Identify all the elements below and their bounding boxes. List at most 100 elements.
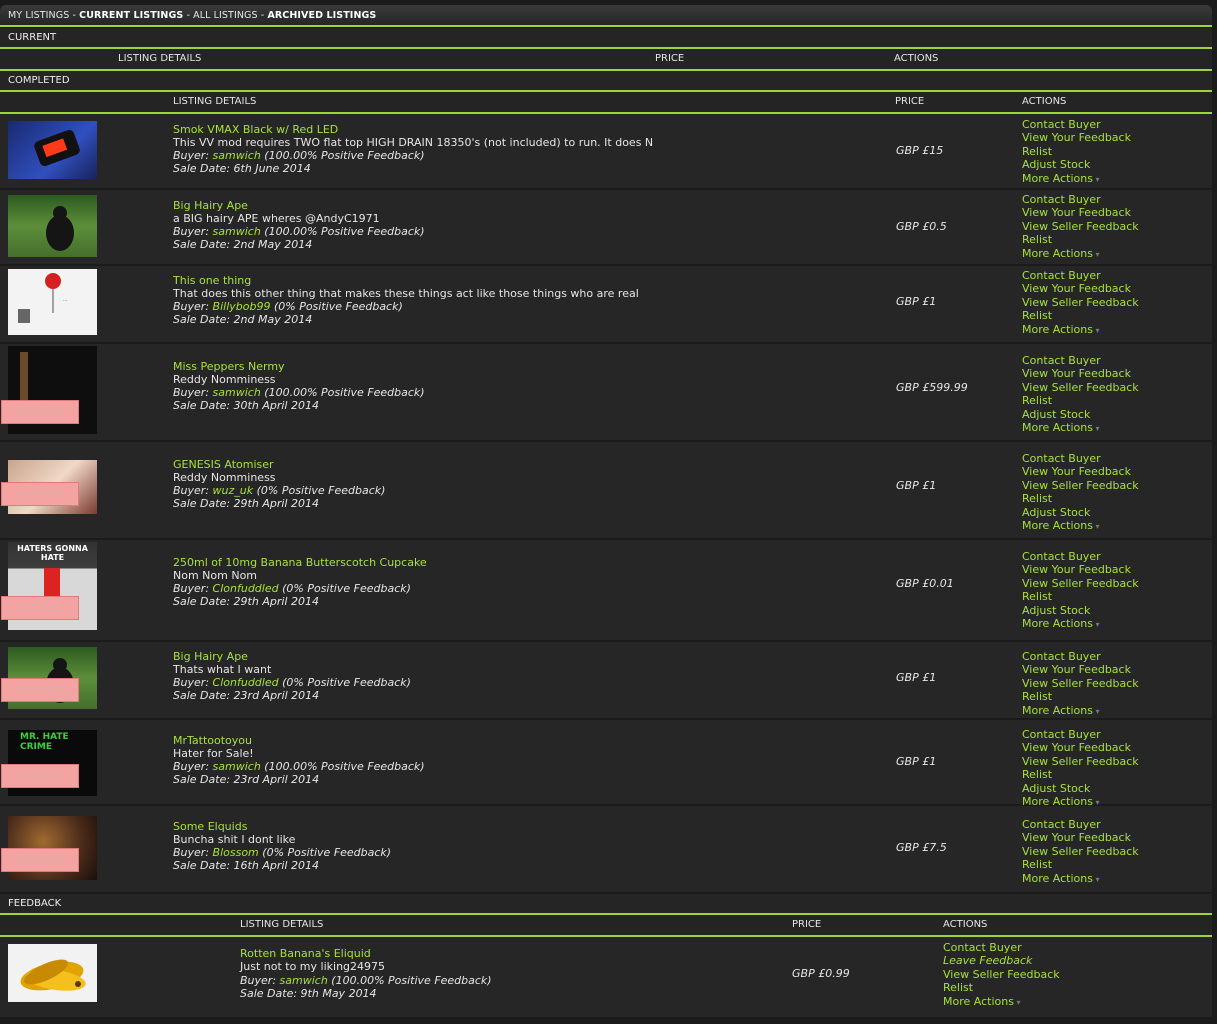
action-view-your-feedback[interactable]: View Your Feedback: [1022, 131, 1131, 144]
stock-level-badge: Stocklevel: [1, 400, 79, 424]
listing-description: Reddy Nomminess: [173, 471, 276, 484]
action-contact-buyer[interactable]: Contact Buyer: [1022, 193, 1139, 206]
action-view-seller-feedback[interactable]: View Seller Feedback: [1022, 479, 1139, 492]
action-view-your-feedback[interactable]: View Your Feedback: [1022, 741, 1139, 754]
listing-title-link[interactable]: Smok VMAX Black w/ Red LED: [173, 123, 338, 136]
breadcrumb-archived-listings[interactable]: ARCHIVED LISTINGS: [267, 10, 376, 21]
action-more-actions[interactable]: More Actions: [1022, 519, 1139, 533]
breadcrumb-all-listings[interactable]: ALL LISTINGS: [193, 10, 258, 21]
sale-date-label: Sale Date:: [173, 399, 231, 412]
action-more-actions[interactable]: More Actions: [1022, 872, 1139, 886]
action-adjust-stock[interactable]: Adjust Stock: [1022, 408, 1139, 421]
sale-date-value: 2nd May 2014: [233, 313, 313, 326]
col-price: PRICE: [655, 53, 685, 64]
buyer-name-link[interactable]: Clonfuddled: [213, 582, 279, 595]
listing-thumbnail[interactable]: ...: [8, 269, 97, 335]
action-contact-buyer[interactable]: Contact Buyer: [1022, 728, 1139, 741]
action-adjust-stock[interactable]: Adjust Stock: [1022, 158, 1131, 171]
listing-buyer: Buyer: samwich (100.00% Positive Feedbac…: [173, 386, 425, 399]
listing-title-link[interactable]: Big Hairy Ape: [173, 650, 248, 663]
action-view-seller-feedback[interactable]: View Seller Feedback: [1022, 845, 1139, 858]
listing-title-link[interactable]: GENESIS Atomiser: [173, 458, 274, 471]
action-more-actions[interactable]: More Actions: [1022, 704, 1139, 718]
action-relist[interactable]: Relist: [1022, 590, 1139, 603]
buyer-name-link[interactable]: Clonfuddled: [213, 676, 279, 689]
action-view-your-feedback[interactable]: View Your Feedback: [1022, 282, 1139, 295]
action-contact-buyer[interactable]: Contact Buyer: [1022, 650, 1139, 663]
listing-price: GBP £1: [896, 671, 937, 684]
action-relist[interactable]: Relist: [1022, 492, 1139, 505]
buyer-name-link[interactable]: samwich: [213, 760, 261, 773]
action-relist[interactable]: Relist: [943, 981, 1060, 994]
action-view-seller-feedback[interactable]: View Seller Feedback: [1022, 755, 1139, 768]
action-adjust-stock[interactable]: Adjust Stock: [1022, 782, 1139, 795]
action-more-actions[interactable]: More Actions: [1022, 247, 1139, 261]
listing-title-link[interactable]: This one thing: [173, 274, 251, 287]
action-view-seller-feedback[interactable]: View Seller Feedback: [1022, 296, 1139, 309]
action-relist[interactable]: Relist: [1022, 145, 1131, 158]
buyer-label: Buyer:: [173, 582, 210, 595]
buyer-name-link[interactable]: samwich: [213, 225, 261, 238]
buyer-name-link[interactable]: Blossom: [213, 846, 259, 859]
listing-thumbnail[interactable]: [8, 944, 97, 1002]
action-view-your-feedback[interactable]: View Your Feedback: [1022, 831, 1139, 844]
action-view-seller-feedback[interactable]: View Seller Feedback: [1022, 381, 1139, 394]
action-adjust-stock[interactable]: Adjust Stock: [1022, 506, 1139, 519]
completed-listing-row: Stocklevel Big Hairy Ape Thats what I want…: [0, 642, 1212, 718]
listing-description: Hater for Sale!: [173, 747, 254, 760]
breadcrumb-my-listings[interactable]: MY LISTINGS: [8, 10, 69, 21]
action-more-actions[interactable]: More Actions: [1022, 617, 1139, 631]
action-relist[interactable]: Relist: [1022, 768, 1139, 781]
listing-title-link[interactable]: 250ml of 10mg Banana Butterscotch Cupcak…: [173, 556, 427, 569]
action-relist[interactable]: Relist: [1022, 394, 1139, 407]
action-contact-buyer[interactable]: Contact Buyer: [1022, 269, 1139, 282]
action-view-your-feedback[interactable]: View Your Feedback: [1022, 206, 1139, 219]
sale-date-value: 6th June 2014: [233, 162, 311, 175]
action-view-seller-feedback[interactable]: View Seller Feedback: [1022, 677, 1139, 690]
sale-date-label: Sale Date:: [173, 313, 231, 326]
listing-title-link[interactable]: Miss Peppers Nermy: [173, 360, 285, 373]
breadcrumb-current-listings[interactable]: CURRENT LISTINGS: [79, 10, 183, 21]
action-view-your-feedback[interactable]: View Your Feedback: [1022, 563, 1139, 576]
buyer-feedback: (0% Positive Feedback): [256, 484, 386, 497]
buyer-name-link[interactable]: samwich: [213, 149, 261, 162]
action-view-seller-feedback[interactable]: View Seller Feedback: [1022, 577, 1139, 590]
action-relist[interactable]: Relist: [1022, 233, 1139, 246]
action-more-actions[interactable]: More Actions: [1022, 323, 1139, 337]
action-view-your-feedback[interactable]: View Your Feedback: [1022, 465, 1139, 478]
action-view-seller-feedback[interactable]: View Seller Feedback: [943, 968, 1060, 981]
sale-date-value: 29th April 2014: [233, 497, 319, 510]
action-relist[interactable]: Relist: [1022, 858, 1139, 871]
completed-listing-row: Stocklevel Some Elquids Buncha shit I dont…: [0, 806, 1212, 892]
listing-title-link[interactable]: Big Hairy Ape: [173, 199, 248, 212]
sale-date-label: Sale Date:: [240, 987, 298, 1000]
action-relist[interactable]: Relist: [1022, 309, 1139, 322]
action-more-actions[interactable]: More Actions: [1022, 172, 1131, 186]
stock-level-badge: Stocklevel: [1, 848, 79, 872]
action-contact-buyer[interactable]: Contact Buyer: [1022, 550, 1139, 563]
action-contact-buyer[interactable]: Contact Buyer: [1022, 818, 1139, 831]
action-leave-feedback[interactable]: Leave Feedback: [943, 954, 1060, 967]
action-adjust-stock[interactable]: Adjust Stock: [1022, 604, 1139, 617]
action-view-your-feedback[interactable]: View Your Feedback: [1022, 367, 1139, 380]
buyer-name-link[interactable]: Billybob99: [213, 300, 271, 313]
action-contact-buyer[interactable]: Contact Buyer: [943, 941, 1060, 954]
buyer-name-link[interactable]: samwich: [280, 974, 328, 987]
action-more-actions[interactable]: More Actions: [1022, 421, 1139, 435]
buyer-name-link[interactable]: wuz_uk: [213, 484, 254, 497]
listing-price: GBP £1: [896, 479, 937, 492]
action-contact-buyer[interactable]: Contact Buyer: [1022, 118, 1131, 131]
action-contact-buyer[interactable]: Contact Buyer: [1022, 452, 1139, 465]
listing-thumbnail[interactable]: [8, 195, 97, 257]
action-view-seller-feedback[interactable]: View Seller Feedback: [1022, 220, 1139, 233]
listing-thumbnail[interactable]: [8, 121, 97, 179]
action-contact-buyer[interactable]: Contact Buyer: [1022, 354, 1139, 367]
action-more-actions[interactable]: More Actions: [943, 995, 1060, 1009]
listing-title-link[interactable]: MrTattootoyou: [173, 734, 252, 747]
listing-title-link[interactable]: Rotten Banana's Eliquid: [240, 947, 371, 960]
col-listing-details: LISTING DETAILS: [118, 53, 202, 64]
action-relist[interactable]: Relist: [1022, 690, 1139, 703]
listing-title-link[interactable]: Some Elquids: [173, 820, 247, 833]
action-view-your-feedback[interactable]: View Your Feedback: [1022, 663, 1139, 676]
buyer-name-link[interactable]: samwich: [213, 386, 261, 399]
